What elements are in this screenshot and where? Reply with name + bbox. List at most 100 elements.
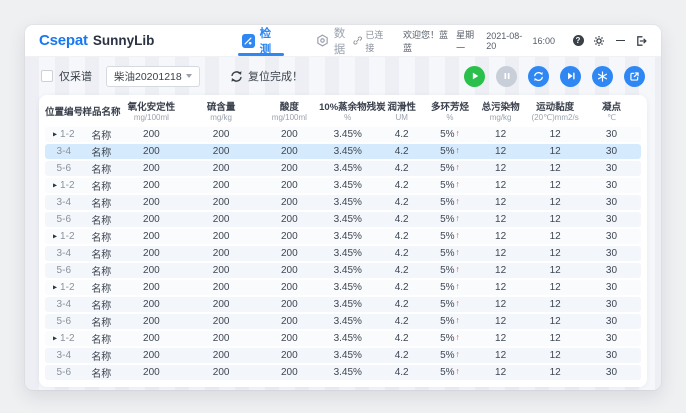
table-row[interactable]: ▸1-2名称2002002003.45%4.25%↑121230 <box>45 127 641 142</box>
cell-acidity: 200 <box>260 280 320 295</box>
cell-viscosity: 12 <box>528 161 582 176</box>
skip-button[interactable] <box>560 66 581 87</box>
cell-contaminants: 12 <box>473 331 528 346</box>
cell-position: 5-6 <box>45 314 83 329</box>
tab-data[interactable]: 数据 <box>316 25 353 56</box>
cell-contaminants: 12 <box>473 246 528 261</box>
brand: Csepat SunnyLib <box>39 32 154 49</box>
cell-lubricity: 4.2 <box>376 161 427 176</box>
cell-residue: 3.45% <box>319 365 376 380</box>
cell-viscosity: 12 <box>528 348 582 363</box>
cell-residue: 3.45% <box>319 331 376 346</box>
cell-contaminants: 12 <box>473 314 528 329</box>
cell-sulfur: 200 <box>183 161 260 176</box>
cell-sample: 名称 <box>83 365 121 380</box>
cell-freezing: 30 <box>582 314 641 329</box>
cell-position: ▸1-2 <box>45 280 83 295</box>
cell-oxidation: 200 <box>120 195 183 210</box>
cell-sulfur: 200 <box>183 212 260 227</box>
cell-sample: 名称 <box>83 195 121 210</box>
row-expander-icon[interactable]: ▸ <box>53 334 57 343</box>
table-row[interactable]: ▸1-2名称2002002003.45%4.25%↑121230 <box>45 178 641 193</box>
tab-detect[interactable]: 检测 <box>242 25 279 56</box>
cell-acidity: 200 <box>260 178 320 193</box>
start-button[interactable] <box>464 66 485 87</box>
data-table: 位置编号样品名称氧化安定性mg/100ml硫含量mg/kg酸度mg/100ml1… <box>45 97 641 382</box>
table-row[interactable]: ▸1-2名称2002002003.45%4.25%↑121230 <box>45 229 641 244</box>
cell-pah: 5%↑ <box>427 229 473 244</box>
table-row[interactable]: 3-4名称2002002003.45%4.25%↑121230 <box>45 297 641 312</box>
cell-residue: 3.45% <box>319 195 376 210</box>
row-expander-icon[interactable]: ▸ <box>53 283 57 292</box>
cell-sulfur: 200 <box>183 297 260 312</box>
cell-lubricity: 4.2 <box>376 348 427 363</box>
cell-position: 3-4 <box>45 246 83 261</box>
table-row[interactable]: 5-6名称2002002003.45%4.25%↑121230 <box>45 263 641 278</box>
cell-contaminants: 12 <box>473 365 528 380</box>
row-expander-icon[interactable]: ▸ <box>53 232 57 241</box>
alert-up-icon: ↑ <box>456 298 460 308</box>
cell-oxidation: 200 <box>120 331 183 346</box>
table-row[interactable]: ▸1-2名称2002002003.45%4.25%↑121230 <box>45 280 641 295</box>
row-expander-icon[interactable]: ▸ <box>53 181 57 190</box>
brand-logo: Csepat <box>39 32 88 49</box>
table-row[interactable]: 5-6名称2002002003.45%4.25%↑121230 <box>45 161 641 176</box>
cell-residue: 3.45% <box>319 280 376 295</box>
cell-acidity: 200 <box>260 229 320 244</box>
sample-type-value: 柴油20201218 <box>114 69 182 84</box>
cell-sulfur: 200 <box>183 144 260 159</box>
export-button[interactable] <box>624 66 645 87</box>
alert-up-icon: ↑ <box>456 230 460 240</box>
cell-position: 3-4 <box>45 195 83 210</box>
cell-sulfur: 200 <box>183 331 260 346</box>
reset-cycle-icon <box>230 70 243 83</box>
table-row[interactable]: 3-4名称2002002003.45%4.25%↑121230 <box>45 195 641 210</box>
column-header: 总污染物mg/kg <box>473 99 528 125</box>
cell-oxidation: 200 <box>120 212 183 227</box>
cell-lubricity: 4.2 <box>376 229 427 244</box>
capture-only-checkbox[interactable] <box>41 70 53 82</box>
alert-up-icon: ↑ <box>456 332 460 342</box>
cell-viscosity: 12 <box>528 280 582 295</box>
table-row[interactable]: 5-6名称2002002003.45%4.25%↑121230 <box>45 212 641 227</box>
pause-button[interactable] <box>496 66 517 87</box>
cell-lubricity: 4.2 <box>376 331 427 346</box>
cell-pah: 5%↑ <box>427 161 473 176</box>
help-icon[interactable]: ? <box>572 35 584 47</box>
table-row[interactable]: 3-4名称2002002003.45%4.25%↑121230 <box>45 144 641 159</box>
cell-freezing: 30 <box>582 229 641 244</box>
cell-sample: 名称 <box>83 246 121 261</box>
table-row[interactable]: ▸1-2名称2002002003.45%4.25%↑121230 <box>45 331 641 346</box>
cell-pah: 5%↑ <box>427 314 473 329</box>
cell-pah: 5%↑ <box>427 365 473 380</box>
settings-icon[interactable] <box>593 35 605 47</box>
table-body: ▸1-2名称2002002003.45%4.25%↑1212303-4名称200… <box>45 127 641 380</box>
cell-sample: 名称 <box>83 297 121 312</box>
freeze-button[interactable] <box>592 66 613 87</box>
cell-sample: 名称 <box>83 331 121 346</box>
cell-contaminants: 12 <box>473 178 528 193</box>
cell-residue: 3.45% <box>319 127 376 142</box>
table-row[interactable]: 3-4名称2002002003.45%4.25%↑121230 <box>45 246 641 261</box>
cell-position: 3-4 <box>45 348 83 363</box>
cell-residue: 3.45% <box>319 229 376 244</box>
alert-up-icon: ↑ <box>456 162 460 172</box>
minimize-icon[interactable] <box>614 35 626 47</box>
cell-viscosity: 12 <box>528 144 582 159</box>
table-row[interactable]: 3-4名称2002002003.45%4.25%↑121230 <box>45 348 641 363</box>
window-controls: ? <box>572 35 647 47</box>
cell-sample: 名称 <box>83 348 121 363</box>
row-expander-icon[interactable]: ▸ <box>53 130 57 139</box>
table-row[interactable]: 5-6名称2002002003.45%4.25%↑121230 <box>45 365 641 380</box>
date-text: 2021-08-20 <box>486 31 525 51</box>
alert-up-icon: ↑ <box>456 145 460 155</box>
exit-icon[interactable] <box>635 35 647 47</box>
table-row[interactable]: 5-6名称2002002003.45%4.25%↑121230 <box>45 314 641 329</box>
alert-up-icon: ↑ <box>456 315 460 325</box>
reset-button[interactable] <box>528 66 549 87</box>
cell-residue: 3.45% <box>319 161 376 176</box>
cell-viscosity: 12 <box>528 246 582 261</box>
sample-type-select[interactable]: 柴油20201218 <box>106 66 200 87</box>
cell-sample: 名称 <box>83 178 121 193</box>
cell-contaminants: 12 <box>473 212 528 227</box>
